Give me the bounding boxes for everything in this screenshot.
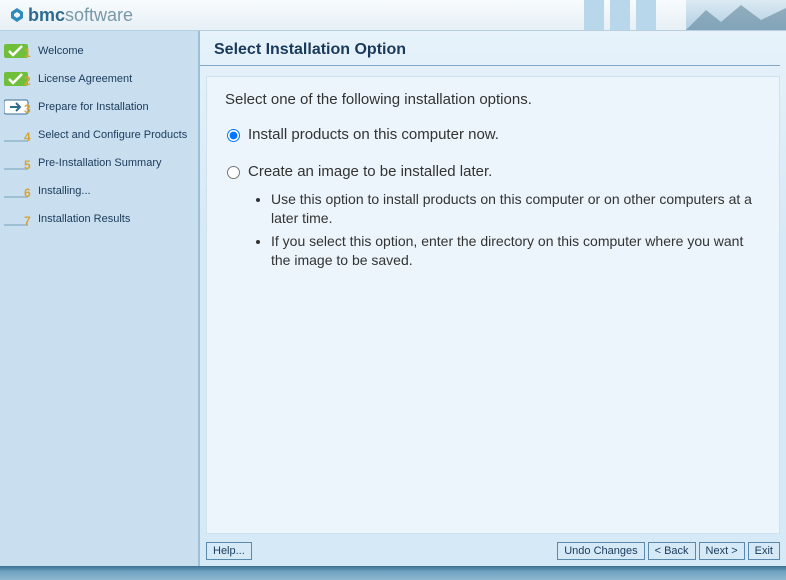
content-pane: Select Installation Option Select one of… [200,31,786,566]
banner-mountain-image [686,0,786,30]
exit-button[interactable]: Exit [748,542,780,560]
option-label: Create an image to be installed later. [248,163,492,180]
step-select-configure: 4 Select and Configure Products [0,121,198,149]
step-prepare: 3 Prepare for Installation [0,93,198,121]
brand-bold: bmc [28,5,65,26]
step-label: Installing... [38,185,91,198]
help-button[interactable]: Help... [206,542,252,560]
svg-text:5: 5 [24,158,31,172]
svg-text:2: 2 [24,74,31,88]
svg-text:6: 6 [24,186,31,200]
wizard-sidebar: 1 Welcome 2 License Agreement 3 Prepare … [0,31,200,566]
back-button[interactable]: < Back [648,542,696,560]
svg-text:4: 4 [24,130,31,144]
step-results: 7 Installation Results [0,205,198,233]
radio-install-now[interactable] [227,129,240,142]
step-icon-pending: 7 [4,210,32,228]
step-label: Welcome [38,45,84,58]
brand-logo: bmcsoftware [0,5,133,26]
step-label: Installation Results [38,213,130,226]
step-icon-pending: 6 [4,182,32,200]
banner: bmcsoftware [0,0,786,31]
brand-icon [8,6,26,24]
option-create-image-bullets: Use this option to install products on t… [271,190,761,270]
step-icon-current: 3 [4,98,32,116]
step-welcome: 1 Welcome [0,37,198,65]
step-label: Pre-Installation Summary [38,157,162,170]
svg-text:3: 3 [24,102,31,116]
main-area: 1 Welcome 2 License Agreement 3 Prepare … [0,31,786,566]
page-body: Select one of the following installation… [206,76,780,534]
banner-blocks [578,0,656,30]
bullet-item: Use this option to install products on t… [271,190,761,228]
banner-decoration [578,0,786,30]
svg-text:7: 7 [24,214,31,228]
bullet-item: If you select this option, enter the dir… [271,232,761,270]
step-license: 2 License Agreement [0,65,198,93]
option-label: Install products on this computer now. [248,126,499,143]
step-pre-install-summary: 5 Pre-Installation Summary [0,149,198,177]
installer-window: bmcsoftware 1 Welcome 2 License Agreemen… [0,0,786,580]
step-label: Select and Configure Products [38,129,187,142]
intro-text: Select one of the following installation… [225,91,761,108]
radio-create-image[interactable] [227,166,240,179]
step-label: Prepare for Installation [38,101,149,114]
step-label: License Agreement [38,73,132,86]
undo-changes-button[interactable]: Undo Changes [557,542,644,560]
step-installing: 6 Installing... [0,177,198,205]
option-install-now[interactable]: Install products on this computer now. [225,126,761,143]
step-icon-done: 2 [4,70,32,88]
step-icon-pending: 5 [4,154,32,172]
step-icon-pending: 4 [4,126,32,144]
option-create-image[interactable]: Create an image to be installed later. [225,163,761,180]
svg-text:1: 1 [24,46,31,60]
next-button[interactable]: Next > [699,542,745,560]
page-title: Select Installation Option [200,31,780,66]
step-icon-done: 1 [4,42,32,60]
brand-light: software [65,5,133,26]
bottom-gradient-bar [0,566,786,580]
footer-bar: Help... Undo Changes < Back Next > Exit [200,542,786,566]
